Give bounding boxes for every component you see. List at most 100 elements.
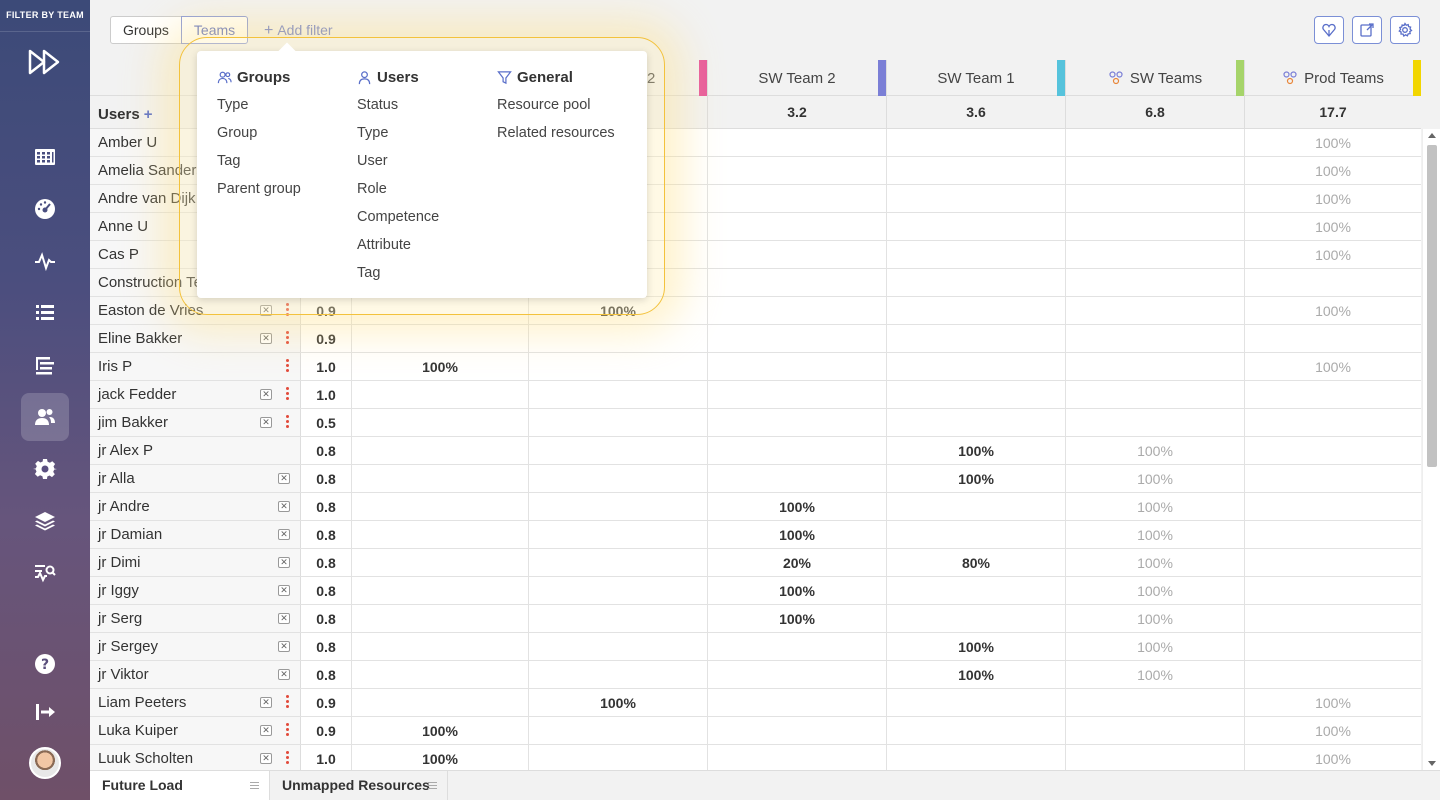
allocation-cell[interactable] (707, 325, 886, 352)
allocation-cell[interactable]: 100% (1244, 157, 1421, 184)
remove-icon[interactable]: ✕ (278, 557, 290, 568)
allocation-cell[interactable]: 100% (1244, 213, 1421, 240)
allocation-cell[interactable] (707, 689, 886, 716)
remove-icon[interactable]: ✕ (278, 641, 290, 652)
export-button[interactable] (1352, 16, 1382, 44)
more-options-icon[interactable] (286, 695, 289, 711)
allocation-cell[interactable] (1244, 549, 1421, 576)
user-name-cell[interactable]: jr Serg ✕ (90, 605, 300, 632)
allocation-cell[interactable] (886, 185, 1065, 212)
allocation-cell[interactable]: 100% (1065, 605, 1244, 632)
table-row[interactable]: jack Fedder ✕ 1.0 (90, 381, 1421, 409)
filter-option-attribute[interactable]: Attribute (357, 236, 439, 254)
allocation-cell[interactable] (707, 745, 886, 770)
scroll-down-icon[interactable] (1428, 761, 1436, 766)
help-icon[interactable]: ? (21, 640, 69, 688)
search-activity-icon[interactable] (21, 549, 69, 597)
table-row[interactable]: jr Alex P 0.8 100% 100% (90, 437, 1421, 465)
remove-icon[interactable]: ✕ (278, 501, 290, 512)
allocation-cell[interactable] (886, 689, 1065, 716)
allocation-cell[interactable] (707, 465, 886, 492)
tab-future-load[interactable]: Future Load (90, 771, 270, 800)
user-name-cell[interactable]: Luka Kuiper ✕ (90, 717, 300, 744)
column-header-sw-team-1[interactable]: SW Team 1 (886, 60, 1065, 96)
hamburger-icon[interactable] (428, 782, 437, 789)
logo-icon[interactable] (27, 44, 63, 80)
allocation-cell[interactable] (1065, 157, 1244, 184)
allocation-cell[interactable] (707, 717, 886, 744)
user-name-cell[interactable]: jim Bakker ✕ (90, 409, 300, 436)
allocation-cell[interactable]: 100% (707, 605, 886, 632)
logout-icon[interactable] (21, 688, 69, 736)
allocation-cell[interactable] (707, 381, 886, 408)
allocation-cell[interactable]: 100% (886, 661, 1065, 688)
more-options-icon[interactable] (286, 387, 289, 403)
allocation-cell[interactable] (707, 213, 886, 240)
remove-icon[interactable]: ✕ (278, 473, 290, 484)
allocation-cell[interactable] (707, 241, 886, 268)
allocation-cell[interactable] (886, 213, 1065, 240)
grid-icon[interactable] (21, 133, 69, 181)
allocation-cell[interactable] (351, 465, 528, 492)
filter-option-type[interactable]: Type (217, 96, 301, 114)
filter-option-group[interactable]: Group (217, 124, 301, 142)
vertical-scrollbar[interactable] (1422, 129, 1440, 770)
allocation-cell[interactable]: 100% (528, 689, 707, 716)
allocation-cell[interactable] (707, 157, 886, 184)
remove-icon[interactable]: ✕ (278, 669, 290, 680)
allocation-cell[interactable] (1244, 409, 1421, 436)
filter-option-status[interactable]: Status (357, 96, 439, 114)
table-row[interactable]: jr Serg ✕ 0.8 100% 100% (90, 605, 1421, 633)
allocation-cell[interactable] (528, 577, 707, 604)
tree-list-icon[interactable] (21, 341, 69, 389)
allocation-cell[interactable] (528, 409, 707, 436)
remove-icon[interactable]: ✕ (260, 725, 272, 736)
allocation-cell[interactable] (1065, 241, 1244, 268)
allocation-cell[interactable] (351, 661, 528, 688)
user-name-cell[interactable]: jr Alla ✕ (90, 465, 300, 492)
dashboard-icon[interactable] (21, 185, 69, 233)
scroll-thumb[interactable] (1427, 145, 1437, 467)
filter-option-tag[interactable]: Tag (357, 264, 439, 282)
allocation-cell[interactable] (528, 745, 707, 770)
allocation-cell[interactable] (351, 633, 528, 660)
allocation-cell[interactable]: 100% (1244, 717, 1421, 744)
activity-icon[interactable] (21, 237, 69, 285)
table-row[interactable]: jr Sergey ✕ 0.8 100% 100% (90, 633, 1421, 661)
table-row[interactable]: jr Dimi ✕ 0.8 20% 80% 100% (90, 549, 1421, 577)
tab-unmapped-resources[interactable]: Unmapped Resources (270, 771, 448, 800)
column-header-sw-team-2[interactable]: SW Team 2 (707, 60, 886, 96)
allocation-cell[interactable] (707, 409, 886, 436)
filter-option-tag[interactable]: Tag (217, 152, 301, 170)
allocation-cell[interactable] (528, 633, 707, 660)
user-name-cell[interactable]: jack Fedder ✕ (90, 381, 300, 408)
allocation-cell[interactable] (1065, 353, 1244, 380)
allocation-cell[interactable] (1065, 269, 1244, 296)
allocation-cell[interactable] (707, 185, 886, 212)
allocation-cell[interactable] (886, 269, 1065, 296)
allocation-cell[interactable] (707, 269, 886, 296)
user-name-cell[interactable]: Eline Bakker ✕ (90, 325, 300, 352)
allocation-cell[interactable] (528, 717, 707, 744)
allocation-cell[interactable] (886, 521, 1065, 548)
table-row[interactable]: jim Bakker ✕ 0.5 (90, 409, 1421, 437)
table-row[interactable]: Luuk Scholten ✕ 1.0 100% 100% (90, 745, 1421, 770)
table-row[interactable]: Eline Bakker ✕ 0.9 (90, 325, 1421, 353)
allocation-cell[interactable] (528, 605, 707, 632)
allocation-cell[interactable] (528, 325, 707, 352)
table-row[interactable]: Luka Kuiper ✕ 0.9 100% 100% (90, 717, 1421, 745)
allocation-cell[interactable] (351, 521, 528, 548)
allocation-cell[interactable] (1244, 381, 1421, 408)
filter-option-user[interactable]: User (357, 152, 439, 170)
allocation-cell[interactable]: 100% (1244, 745, 1421, 770)
layers-icon[interactable] (21, 497, 69, 545)
allocation-cell[interactable]: 100% (1065, 465, 1244, 492)
allocation-cell[interactable]: 100% (707, 521, 886, 548)
allocation-cell[interactable] (528, 353, 707, 380)
user-name-cell[interactable]: Liam Peeters ✕ (90, 689, 300, 716)
allocation-cell[interactable]: 100% (707, 493, 886, 520)
allocation-cell[interactable] (1244, 493, 1421, 520)
add-user-button[interactable]: + (144, 106, 153, 123)
allocation-cell[interactable]: 100% (351, 353, 528, 380)
table-row[interactable]: jr Alla ✕ 0.8 100% 100% (90, 465, 1421, 493)
